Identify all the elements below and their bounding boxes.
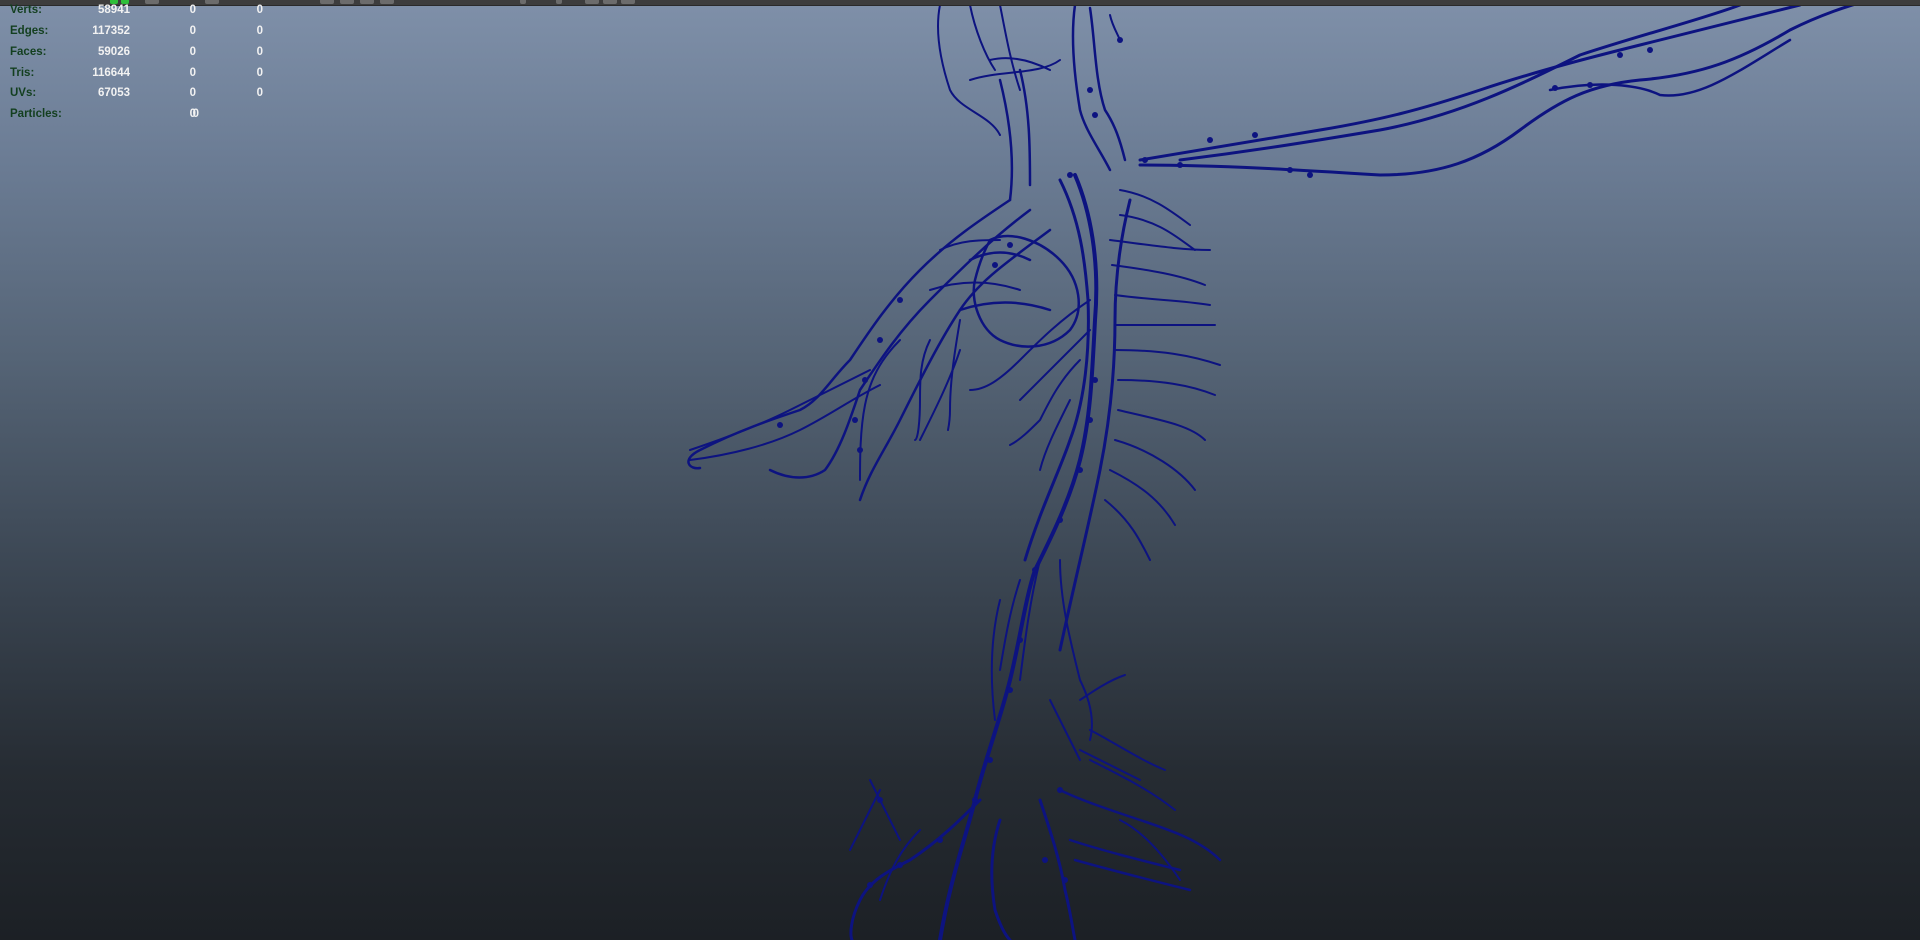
hud-value-total: 116644	[92, 67, 130, 79]
hud-row-tris: Tris: 116644 0 0	[0, 67, 300, 87]
hud-value-selected: 0	[189, 67, 196, 79]
hud-value-selected: 0	[189, 87, 196, 99]
toolbar-button[interactable]	[360, 0, 374, 4]
hud-value-component: 0	[256, 25, 263, 37]
hud-row-particles: Particles: 0 0	[0, 108, 300, 128]
toolbar-button[interactable]	[556, 0, 562, 4]
hud-value-total: 117352	[92, 25, 130, 37]
toolbar-button[interactable]	[585, 0, 599, 4]
hud-label: Tris:	[10, 67, 35, 79]
hud-value-selected: 0	[189, 46, 196, 58]
lymph-nodes	[777, 37, 1653, 888]
lymphatic-system-wireframe[interactable]	[0, 0, 1920, 940]
hud-value-total: 58941	[98, 4, 130, 16]
hud-label: Faces:	[10, 46, 47, 58]
hud-row-edges: Edges: 117352 0 0	[0, 25, 300, 45]
hud-label: UVs:	[10, 87, 37, 99]
hud-label: Verts:	[10, 4, 42, 16]
3d-viewport[interactable]: Verts: 58941 0 0 Edges: 117352 0 0 Faces…	[0, 0, 1920, 940]
toolbar-button[interactable]	[621, 0, 635, 4]
hud-value-total: 59026	[98, 46, 130, 58]
toolbar-button[interactable]	[320, 0, 334, 4]
vessel-network	[687, 0, 1872, 940]
heads-up-display-poly-count: Verts: 58941 0 0 Edges: 117352 0 0 Faces…	[0, 0, 300, 130]
hud-row-uvs: UVs: 67053 0 0	[0, 87, 300, 107]
hud-value-component: 0	[256, 4, 263, 16]
hud-value-component: 0	[256, 67, 263, 79]
toolbar-button[interactable]	[603, 0, 617, 4]
hud-row-verts: Verts: 58941 0 0	[0, 4, 300, 24]
toolbar-button[interactable]	[340, 0, 354, 4]
hud-label: Particles:	[10, 108, 62, 120]
hud-value-total: 67053	[98, 87, 130, 99]
hud-row-faces: Faces: 59026 0 0	[0, 46, 300, 66]
hud-value-selected: 0	[189, 4, 196, 16]
hud-value-component: 0	[256, 87, 263, 99]
toolbar-button[interactable]	[520, 0, 526, 4]
hud-value-selected: 0	[189, 25, 196, 37]
hud-value-component: 0	[256, 46, 263, 58]
hud-value-selected: 0	[189, 108, 196, 120]
hud-label: Edges:	[10, 25, 49, 37]
toolbar-button[interactable]	[380, 0, 394, 4]
